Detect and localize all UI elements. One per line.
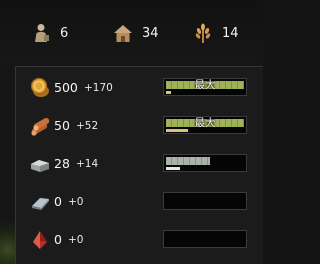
resource-panel: 500 +170 最大 50 +52 最大 28 +14 0 +0 0 +0 (15, 66, 263, 264)
houses-value: 34 (142, 25, 159, 41)
house-icon (112, 22, 134, 44)
crystal-capacity-bar (163, 230, 247, 248)
stone-capacity-bar (163, 154, 247, 172)
resource-row-wood[interactable]: 50 +52 最大 (16, 108, 264, 144)
wood-capacity-bar: 最大 (163, 116, 247, 134)
gold-amount: 500 (54, 80, 78, 95)
worker-icon (30, 22, 52, 44)
food-stat[interactable]: 14 (192, 21, 239, 45)
wood-max-label: 最大 (194, 117, 216, 129)
iron-amount: 0 (54, 194, 62, 209)
stone-bar-fill (166, 157, 210, 165)
gold-rate: +170 (84, 82, 113, 94)
resource-row-gold[interactable]: 500 +170 最大 (16, 70, 264, 106)
crystal-amount: 0 (54, 232, 62, 247)
iron-ingot-icon (28, 190, 52, 214)
stone-block-icon (28, 152, 52, 176)
food-value: 14 (222, 25, 239, 41)
iron-rate: +0 (68, 196, 84, 208)
wheat-icon (192, 22, 214, 44)
stone-rate: +14 (76, 158, 99, 170)
top-stats-bar: 6 34 14 (0, 0, 263, 64)
resource-row-iron[interactable]: 0 +0 (16, 184, 264, 220)
stone-amount: 28 (54, 156, 70, 171)
wood-amount: 50 (54, 118, 70, 133)
stone-bar-progress (166, 167, 180, 170)
resource-screen: { "topbar": { "population": { "icon": "w… (0, 0, 263, 264)
crystal-rate: +0 (68, 234, 84, 246)
red-crystal-icon (28, 228, 52, 252)
wood-rate: +52 (76, 120, 99, 132)
resource-row-stone[interactable]: 28 +14 (16, 146, 264, 182)
gold-capacity-bar: 最大 (163, 78, 247, 96)
iron-capacity-bar (163, 192, 247, 210)
wood-logs-icon (28, 114, 52, 138)
population-stat[interactable]: 6 (30, 21, 68, 45)
resource-row-crystal[interactable]: 0 +0 (16, 222, 264, 258)
population-value: 6 (60, 25, 69, 41)
gold-coin-icon (28, 76, 52, 100)
gold-max-label: 最大 (194, 79, 216, 91)
houses-stat[interactable]: 34 (112, 21, 159, 45)
